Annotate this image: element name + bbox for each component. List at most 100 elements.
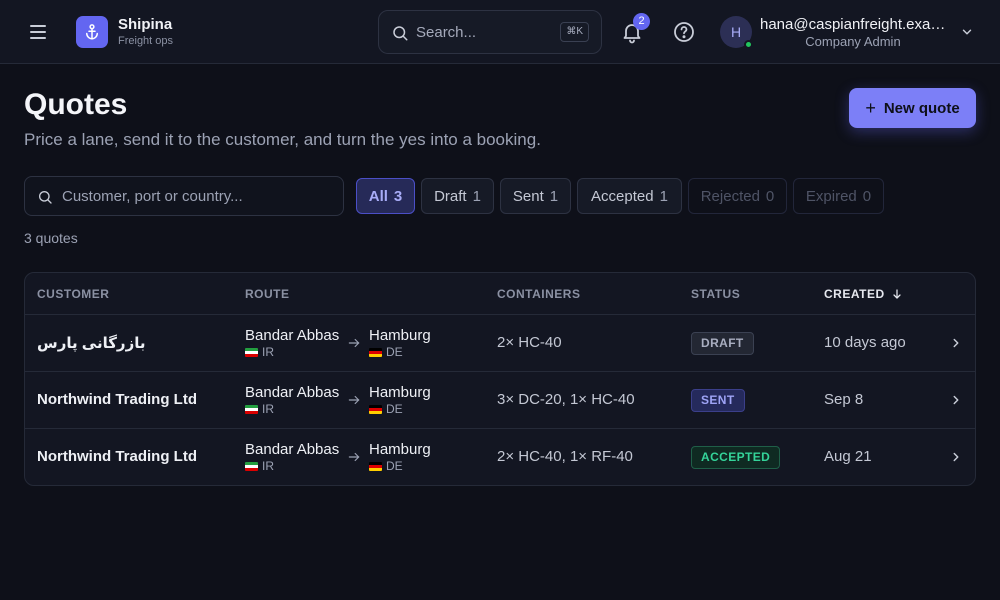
column-header-status[interactable]: STATUS — [691, 287, 740, 301]
origin-country: IR — [245, 345, 339, 359]
table-header: CUSTOMER ROUTE CONTAINERS STATUS CREATED — [25, 273, 975, 315]
table-row[interactable]: Northwind Trading Ltd Bandar Abbas IR Ha… — [25, 372, 975, 429]
global-search-input[interactable]: Search... ⌘K — [378, 10, 602, 54]
table-row[interactable]: بازرگانی پارس Bandar Abbas IR Hamburg DE… — [25, 315, 975, 372]
customer-name: بازرگانی پارس — [37, 335, 146, 352]
customer-name: Northwind Trading Ltd — [37, 391, 197, 408]
destination-country-code: DE — [386, 402, 403, 416]
page-title: Quotes — [24, 88, 128, 121]
destination-port: Hamburg — [369, 327, 431, 344]
customer-name: Northwind Trading Ltd — [37, 448, 197, 465]
help-icon — [674, 22, 694, 42]
arrow-right-icon — [348, 395, 360, 405]
column-header-created-label: CREATED — [824, 287, 885, 301]
filter-placeholder: Customer, port or country... — [62, 188, 243, 205]
iran-flag-icon — [245, 461, 258, 471]
plus-icon: + — [865, 98, 876, 118]
chip-count: 1 — [472, 187, 481, 205]
help-button[interactable] — [672, 20, 696, 44]
destination-port: Hamburg — [369, 441, 431, 458]
route-destination: Hamburg DE — [369, 384, 431, 416]
search-icon — [393, 26, 408, 41]
filter-chip-all[interactable]: All 3 — [356, 178, 415, 214]
global-search-placeholder: Search... — [416, 24, 477, 41]
chip-label: Rejected — [700, 187, 760, 205]
iran-flag-icon — [245, 347, 258, 357]
chevron-right-icon[interactable] — [949, 336, 963, 350]
search-shortcut: ⌘K — [560, 22, 589, 42]
chip-label: Accepted — [591, 187, 654, 205]
filter-chip-rejected: Rejected 0 — [688, 178, 787, 214]
origin-country-code: IR — [262, 345, 274, 359]
status-badge: SENT — [691, 389, 745, 412]
chevron-right-icon[interactable] — [949, 393, 963, 407]
route-origin: Bandar Abbas IR — [245, 441, 339, 473]
arrow-right-icon — [348, 452, 360, 462]
route-origin: Bandar Abbas IR — [245, 384, 339, 416]
user-email[interactable]: hana@caspianfreight.example — [760, 16, 946, 33]
created-date: Aug 21 — [824, 448, 872, 465]
anchor-icon[interactable] — [76, 16, 108, 48]
chevron-down-icon[interactable] — [960, 25, 974, 39]
origin-country-code: IR — [262, 459, 274, 473]
chip-count: 1 — [549, 187, 559, 205]
quotes-table: CUSTOMER ROUTE CONTAINERS STATUS CREATED… — [24, 272, 976, 486]
created-date: 10 days ago — [824, 334, 906, 351]
route-destination: Hamburg DE — [369, 327, 431, 359]
result-count: 3 quotes — [24, 230, 78, 246]
chip-count: 3 — [393, 187, 403, 205]
quote-filter-input[interactable]: Customer, port or country... — [24, 176, 344, 216]
chip-count: 0 — [765, 187, 775, 205]
route-destination: Hamburg DE — [369, 441, 431, 473]
destination-country: DE — [369, 402, 431, 416]
status-badge: ACCEPTED — [691, 446, 781, 469]
containers: 3× DC-20, 1× HC-40 — [497, 391, 635, 408]
iran-flag-icon — [245, 404, 258, 414]
origin-port: Bandar Abbas — [245, 384, 340, 401]
filter-chip-expired: Expired 0 — [793, 178, 884, 214]
column-header-customer[interactable]: CUSTOMER — [37, 287, 109, 301]
menu-icon[interactable] — [26, 20, 50, 44]
origin-country: IR — [245, 459, 339, 473]
filter-chip-accepted[interactable]: Accepted 1 — [577, 178, 682, 214]
app-name: Shipina — [118, 16, 173, 33]
top-bar: Shipina Freight ops Search... ⌘K 2 H han… — [0, 0, 1000, 64]
new-quote-button[interactable]: + New quote — [849, 88, 976, 128]
destination-port: Hamburg — [369, 384, 431, 401]
page-subtitle: Price a lane, send it to the customer, a… — [24, 130, 541, 149]
search-icon — [39, 191, 52, 204]
app-subtitle: Freight ops — [118, 35, 174, 47]
germany-flag-icon — [369, 461, 382, 471]
chip-label: All — [368, 187, 388, 205]
new-quote-label: New quote — [883, 99, 960, 117]
column-header-route[interactable]: ROUTE — [245, 287, 290, 301]
germany-flag-icon — [369, 404, 382, 414]
germany-flag-icon — [369, 347, 382, 357]
origin-port: Bandar Abbas — [245, 441, 340, 458]
chip-count: 0 — [862, 187, 872, 205]
origin-country: IR — [245, 402, 339, 416]
table-row[interactable]: Northwind Trading Ltd Bandar Abbas IR Ha… — [25, 429, 975, 485]
containers: 2× HC-40, 1× RF-40 — [497, 448, 633, 465]
filter-chip-sent[interactable]: Sent 1 — [500, 178, 571, 214]
column-header-created[interactable]: CREATED — [824, 287, 903, 301]
origin-country-code: IR — [262, 402, 274, 416]
chip-label: Draft — [434, 187, 467, 205]
filter-chip-draft[interactable]: Draft 1 — [421, 178, 494, 214]
created-date: Sep 8 — [824, 391, 864, 408]
route-origin: Bandar Abbas IR — [245, 327, 339, 359]
chevron-right-icon[interactable] — [949, 450, 963, 464]
chip-label: Expired — [805, 187, 857, 205]
destination-country-code: DE — [386, 459, 403, 473]
chip-label: Sent — [512, 187, 544, 205]
column-header-containers[interactable]: CONTAINERS — [497, 287, 580, 301]
arrow-down-icon — [893, 289, 901, 299]
notification-count-badge: 2 — [633, 13, 650, 30]
destination-country-code: DE — [386, 345, 403, 359]
user-role: Company Admin — [805, 34, 901, 49]
containers: 2× HC-40 — [497, 334, 562, 351]
origin-port: Bandar Abbas — [245, 327, 340, 344]
destination-country: DE — [369, 459, 431, 473]
arrow-right-icon — [348, 338, 360, 348]
online-status-dot — [744, 40, 753, 49]
